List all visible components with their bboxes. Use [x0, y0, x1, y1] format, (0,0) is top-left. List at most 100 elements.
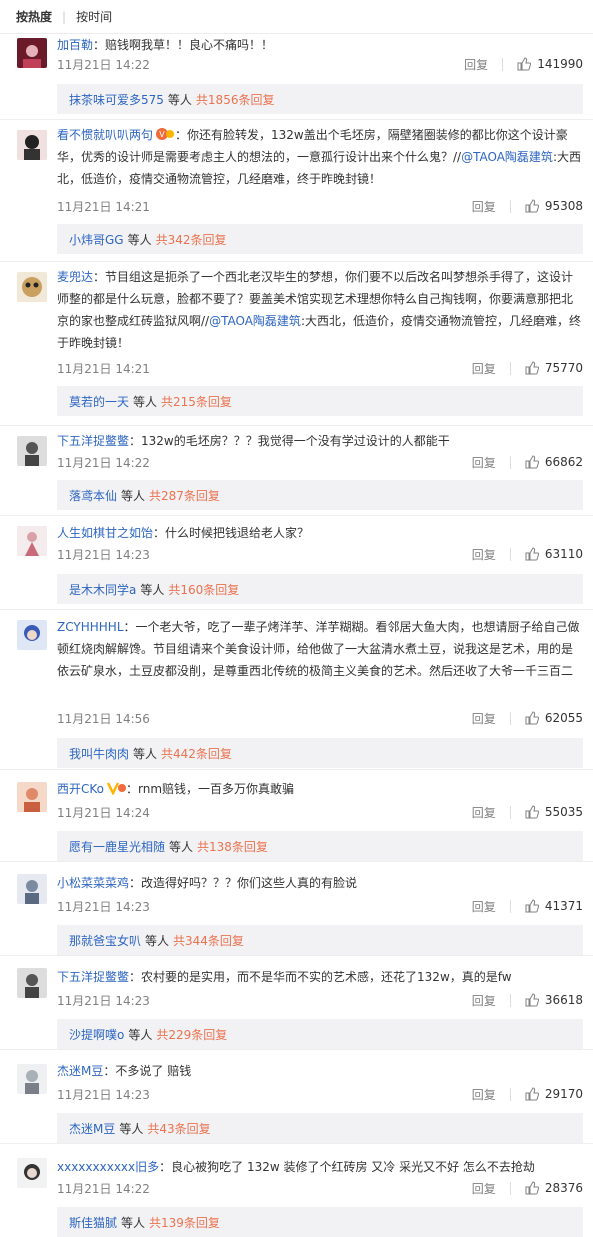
- like-button[interactable]: 28376: [525, 1181, 583, 1195]
- comment-username[interactable]: xxxxxxxxxxx旧多: [57, 1160, 159, 1174]
- reply-count-link[interactable]: 共287条回复: [149, 487, 220, 504]
- sort-by-time-tab[interactable]: 按时间: [76, 8, 112, 25]
- comment-time: 11月21日 14:23: [57, 899, 150, 914]
- reply-summary[interactable]: 是木木同学a 等人 共160条回复: [57, 574, 583, 604]
- avatar[interactable]: [17, 1064, 47, 1094]
- reply-button[interactable]: 回复: [472, 198, 496, 215]
- comment-username[interactable]: 杰迷M豆: [57, 1064, 103, 1078]
- divider: [509, 1087, 511, 1101]
- reply-button[interactable]: 回复: [472, 360, 496, 377]
- avatar[interactable]: [17, 436, 47, 466]
- reply-username[interactable]: 愿有一鹿星光相随: [69, 838, 165, 855]
- reply-count-link[interactable]: 共1856条回复: [196, 91, 275, 108]
- comment-time: 11月21日 14:22: [57, 57, 150, 72]
- reply-summary[interactable]: 那就爸宝女叭 等人 共344条回复: [57, 925, 583, 955]
- reply-others: 等人: [145, 933, 170, 948]
- comment-username[interactable]: 小松菜菜菜鸡: [57, 876, 129, 890]
- reply-count-link[interactable]: 共442条回复: [161, 745, 232, 762]
- reply-summary[interactable]: 莫若的一天 等人 共215条回复: [57, 386, 583, 416]
- comment-item: ZCYHHHHL：一个老大爷，吃了一辈子烤洋芋、洋芋糊糊。看邻居大鱼大肉，也想请…: [0, 610, 593, 770]
- like-count: 63110: [544, 547, 583, 561]
- like-button[interactable]: 55035: [525, 805, 583, 819]
- avatar[interactable]: [17, 38, 47, 68]
- reply-count-link[interactable]: 共43条回复: [147, 1120, 210, 1137]
- reply-username[interactable]: 斯佳猫腻: [69, 1214, 117, 1231]
- like-button[interactable]: 141990: [517, 57, 583, 71]
- reply-username[interactable]: 那就爸宝女叭: [69, 932, 141, 949]
- reply-username[interactable]: 是木木同学a: [69, 581, 136, 598]
- colon: ：: [93, 270, 106, 284]
- reply-button[interactable]: 回复: [472, 1180, 496, 1197]
- reply-summary[interactable]: 沙提啊噗o 等人 共229条回复: [57, 1019, 583, 1049]
- reply-count-link[interactable]: 共160条回复: [168, 581, 239, 598]
- reply-summary[interactable]: 小炜哥GG 等人 共342条回复: [57, 224, 583, 254]
- comment-username[interactable]: ZCYHHHHL: [57, 620, 124, 634]
- comment-text: 改造得好吗？？？你们这些人真的有脸说: [141, 876, 358, 890]
- comment-username[interactable]: 下五洋捉鳖鳖: [57, 434, 129, 448]
- like-button[interactable]: 36618: [525, 993, 583, 1007]
- reply-summary[interactable]: 落鸢本仙 等人 共287条回复: [57, 480, 583, 510]
- comment-username[interactable]: 看不惯就叭叭两句: [57, 128, 153, 142]
- reply-button[interactable]: 回复: [472, 1086, 496, 1103]
- reply-count-link[interactable]: 共138条回复: [197, 838, 268, 855]
- comment-username[interactable]: 人生如棋甘之如饴: [57, 526, 153, 540]
- reply-button[interactable]: 回复: [472, 710, 496, 727]
- reply-username[interactable]: 小炜哥GG: [69, 231, 124, 248]
- reply-button[interactable]: 回复: [472, 992, 496, 1009]
- reply-button[interactable]: 回复: [472, 546, 496, 563]
- like-button[interactable]: 66862: [525, 455, 583, 469]
- like-button[interactable]: 29170: [525, 1087, 583, 1101]
- avatar[interactable]: [17, 968, 47, 998]
- reply-username[interactable]: 杰迷M豆: [69, 1120, 115, 1137]
- comment-time: 11月21日 14:23: [57, 547, 150, 562]
- reply-button[interactable]: 回复: [472, 898, 496, 915]
- reply-button[interactable]: 回复: [472, 454, 496, 471]
- like-button[interactable]: 63110: [525, 547, 583, 561]
- comment-item: 加百勒：赔钱啊我草！！良心不痛吗！！ 11月21日 14:22 回复 14199…: [0, 34, 593, 120]
- divider: [502, 57, 504, 71]
- like-button[interactable]: 62055: [525, 711, 583, 725]
- avatar[interactable]: [17, 272, 47, 302]
- mention-link[interactable]: @TAOA陶磊建筑: [461, 150, 553, 164]
- reply-summary[interactable]: 杰迷M豆 等人 共43条回复: [57, 1113, 583, 1143]
- reply-count-link[interactable]: 共229条回复: [156, 1026, 227, 1043]
- like-count: 41371: [544, 899, 583, 913]
- avatar[interactable]: [17, 620, 47, 650]
- reply-count-link[interactable]: 共344条回复: [173, 932, 244, 949]
- reply-count-link[interactable]: 共215条回复: [161, 393, 232, 410]
- reply-username[interactable]: 莫若的一天: [69, 393, 129, 410]
- reply-summary[interactable]: 愿有一鹿星光相随 等人 共138条回复: [57, 831, 583, 861]
- reply-username[interactable]: 我叫牛肉肉: [69, 745, 129, 762]
- avatar[interactable]: [17, 782, 47, 812]
- comment-username[interactable]: 西开CKo: [57, 782, 104, 796]
- divider: [509, 547, 511, 561]
- like-count: 55035: [544, 805, 583, 819]
- comment-username[interactable]: 下五洋捉鳖鳖: [57, 970, 129, 984]
- reply-summary[interactable]: 我叫牛肉肉 等人 共442条回复: [57, 738, 583, 768]
- like-button[interactable]: 75770: [525, 361, 583, 375]
- like-button[interactable]: 41371: [525, 899, 583, 913]
- reply-button[interactable]: 回复: [464, 56, 488, 73]
- reply-username[interactable]: 沙提啊噗o: [69, 1026, 124, 1043]
- reply-username[interactable]: 抹茶味可爱多575: [69, 91, 164, 108]
- sort-by-hot-tab[interactable]: 按热度: [16, 8, 52, 25]
- colon: ：: [153, 526, 166, 540]
- comment-username[interactable]: 加百勒: [57, 38, 93, 52]
- avatar[interactable]: [17, 874, 47, 904]
- reply-count-link[interactable]: 共342条回复: [156, 231, 227, 248]
- thumbs-up-icon: [525, 1087, 539, 1101]
- divider: [509, 1181, 511, 1195]
- sort-bar: 按热度 | 按时间: [0, 0, 593, 34]
- reply-button[interactable]: 回复: [472, 804, 496, 821]
- avatar[interactable]: [17, 130, 47, 160]
- reply-count-link[interactable]: 共139条回复: [149, 1214, 220, 1231]
- comment-text: rnm赔钱，一百多万你真敢骗: [138, 782, 295, 796]
- comment-username[interactable]: 麦兜达: [57, 270, 93, 284]
- avatar[interactable]: [17, 526, 47, 556]
- reply-summary[interactable]: 抹茶味可爱多575 等人 共1856条回复: [57, 84, 583, 114]
- mention-link[interactable]: @TAOA陶磊建筑: [209, 314, 301, 328]
- avatar[interactable]: [17, 1158, 47, 1188]
- reply-username[interactable]: 落鸢本仙: [69, 487, 117, 504]
- comment-item: 看不惯就叭叭两句 V ：你还有脸转发，132w盖出个毛坯房，隔壁猪圈装修的都比你这个…: [0, 120, 593, 262]
- like-button[interactable]: 95308: [525, 199, 583, 213]
